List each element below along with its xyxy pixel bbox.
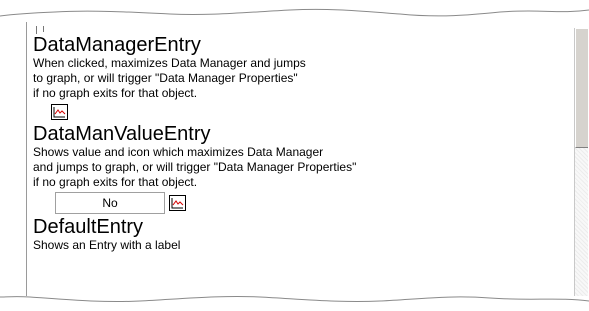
scrollbar-thumb[interactable] <box>575 28 588 148</box>
entry-desc-line: Shows an Entry with a label <box>33 238 181 252</box>
entry-title: DefaultEntry <box>33 216 144 238</box>
vertical-scrollbar[interactable] <box>574 28 588 296</box>
entry-desc-line: Shows value and icon which maximizes Dat… <box>33 145 324 159</box>
entry-desc-line: When clicked, maximizes Data Manager and… <box>33 56 306 70</box>
entry-title: DataManagerEntry <box>33 34 201 56</box>
value-field: No <box>55 192 165 214</box>
entry-title: DataManValueEntry <box>33 123 211 145</box>
entry-desc-line: if no graph exits for that object. <box>33 175 198 189</box>
torn-edge-bottom <box>0 295 589 311</box>
line-chart-icon[interactable] <box>51 103 68 120</box>
torn-edge-top <box>0 0 589 17</box>
entry-desc-line: and jumps to graph, or will trigger "Dat… <box>33 160 357 174</box>
line-chart-icon[interactable] <box>169 195 187 211</box>
entry-data-man-value: DataManValueEntry Shows value and icon w… <box>27 123 567 216</box>
entry-default: DefaultEntry Shows an Entry with a label <box>27 216 567 253</box>
entry-desc-line: to graph, or will trigger "Data Manager … <box>33 71 298 85</box>
page-sheet: DataManagerEntry When clicked, maximizes… <box>8 12 588 296</box>
entry-desc-line: if no graph exits for that object. <box>33 86 198 100</box>
content-panel: DataManagerEntry When clicked, maximizes… <box>26 22 567 296</box>
entry-data-manager: DataManagerEntry When clicked, maximizes… <box>27 22 567 123</box>
